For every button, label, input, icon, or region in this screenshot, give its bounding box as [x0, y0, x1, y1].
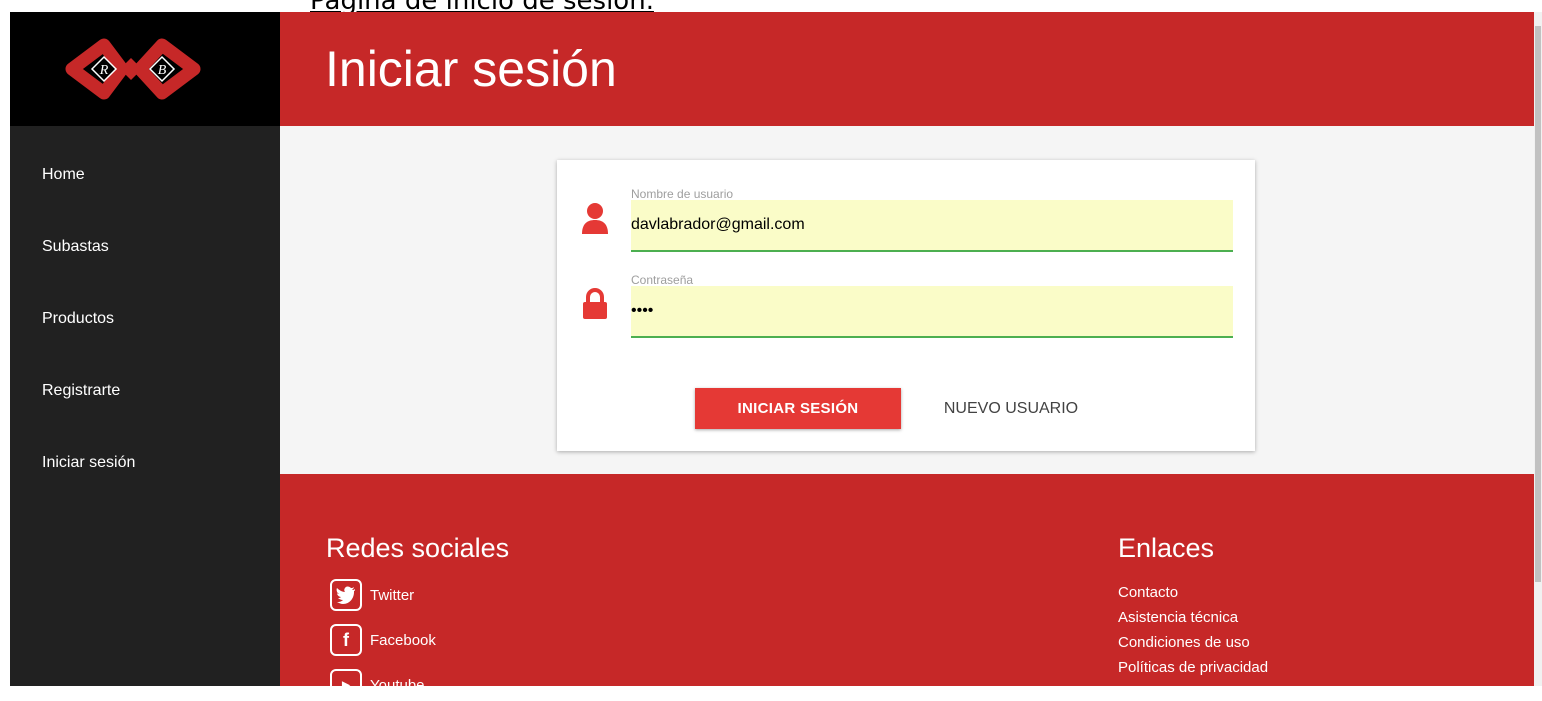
username-label: Nombre de usuario: [631, 187, 734, 201]
sidebar: Home Subastas Productos Registrarte Inic…: [10, 126, 280, 686]
lock-icon: [583, 288, 607, 319]
sidebar-item-home[interactable]: Home: [42, 166, 85, 184]
social-link-twitter[interactable]: Twitter: [330, 579, 414, 611]
sidebar-item-productos[interactable]: Productos: [42, 310, 114, 328]
logo-letter-r: R: [99, 63, 109, 78]
social-link-youtube[interactable]: ▶ Youtube: [330, 669, 425, 701]
footer: Redes sociales Twitter f Facebook ▶ Yout…: [280, 474, 1534, 701]
links-title: Enlaces: [1118, 533, 1215, 563]
twitter-label: Twitter: [370, 586, 415, 604]
app-window: R B Iniciar sesión Home Subastas Product…: [10, 12, 1534, 701]
user-icon: [582, 203, 608, 234]
header-bar: Iniciar sesión: [280, 12, 1534, 126]
footer-link-privacidad[interactable]: Políticas de privacidad: [1118, 659, 1268, 676]
youtube-icon: ▶: [330, 669, 362, 701]
logo[interactable]: R B: [10, 12, 280, 126]
twitter-icon: [330, 579, 362, 611]
footer-link-asistencia[interactable]: Asistencia técnica: [1118, 609, 1238, 626]
new-user-button[interactable]: NUEVO USUARIO: [925, 388, 1097, 429]
logo-letter-b: B: [158, 63, 167, 78]
facebook-icon: f: [330, 624, 362, 656]
main-content: Nombre de usuario Contraseña INICIAR SES…: [280, 126, 1534, 474]
social-title: Redes sociales: [326, 533, 510, 563]
login-button[interactable]: INICIAR SESIÓN: [695, 388, 901, 429]
sidebar-item-iniciar-sesion[interactable]: Iniciar sesión: [42, 454, 135, 472]
sidebar-item-subastas[interactable]: Subastas: [42, 238, 109, 256]
facebook-label: Facebook: [370, 631, 436, 649]
login-card: Nombre de usuario Contraseña INICIAR SES…: [557, 160, 1255, 451]
sidebar-item-registrarte[interactable]: Registrarte: [42, 382, 120, 400]
social-link-facebook[interactable]: f Facebook: [330, 624, 436, 656]
footer-link-condiciones[interactable]: Condiciones de uso: [1118, 634, 1250, 651]
username-input[interactable]: [631, 200, 1233, 252]
footer-link-contacto[interactable]: Contacto: [1118, 584, 1178, 601]
scrollbar-thumb[interactable]: [1535, 26, 1541, 582]
logo-graphic: R B: [65, 38, 201, 100]
page-title: Iniciar sesión: [325, 41, 617, 97]
password-input[interactable]: [631, 286, 1233, 338]
password-label: Contraseña: [631, 273, 694, 287]
youtube-label: Youtube: [370, 676, 425, 694]
